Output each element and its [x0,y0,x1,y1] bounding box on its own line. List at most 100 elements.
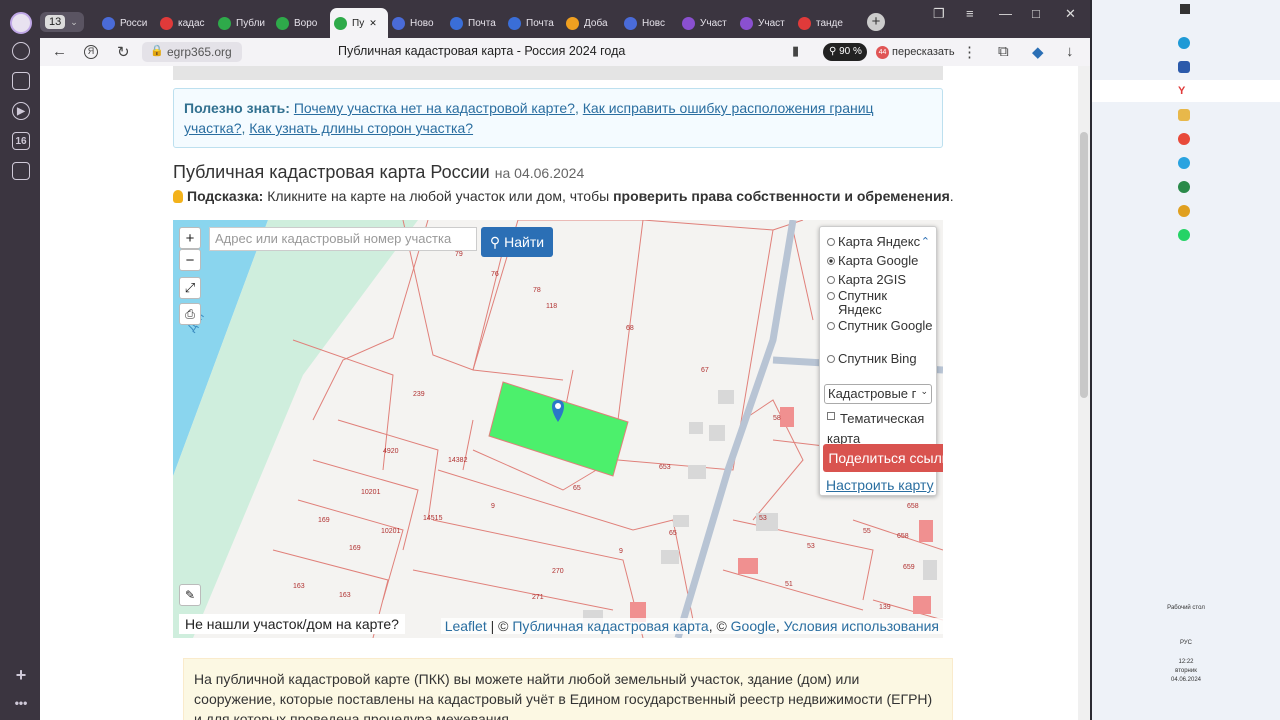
zoom-indicator[interactable]: ⚲ 90 % [823,43,867,61]
tab-6[interactable]: Почта [446,12,504,34]
radio-icon [827,322,835,330]
chevron-down-icon: ⌄ [920,386,928,396]
search-button[interactable]: ⚲ Найти [481,227,553,257]
favicon-icon [450,16,463,30]
tab-label: Участ [758,17,785,29]
extensions-icon[interactable]: ⧉ [998,43,1009,60]
zoom-in-button[interactable]: + [179,227,201,249]
parcel-number: 51 [785,581,793,588]
new-tab-button[interactable]: + [867,13,885,31]
tab-count-button[interactable]: 13 ⌄ [40,12,84,32]
history-icon[interactable] [12,42,30,60]
tab-11[interactable]: Участ [736,12,794,34]
page-scrollbar[interactable] [1078,66,1090,720]
link-side-lengths[interactable]: Как узнать длины сторон участка? [249,120,473,136]
yandex-icon[interactable]: Я [84,45,98,59]
reload-icon[interactable]: ↻ [117,43,130,61]
yandex-icon[interactable] [1178,133,1190,145]
tab-10[interactable]: Участ [678,12,736,34]
calendar-icon[interactable]: 16 [12,132,30,150]
tab-1[interactable]: кадас [156,12,214,34]
tab-label: Участ [700,17,727,29]
language-indicator[interactable]: РУС [1092,639,1280,648]
leaflet-link[interactable]: Leaflet [445,618,487,634]
cadastral-map[interactable]: 76 79 78 118 68 67 239 4920 14382 10201 10201 14515… [173,220,943,638]
zoom-out-button[interactable]: − [179,249,201,271]
tab-7[interactable]: Почта [504,12,562,34]
fullscreen-icon[interactable]: ⤢ [179,277,201,299]
close-tab-icon[interactable]: ✕ [369,18,377,29]
more-icon[interactable]: ••• [12,694,30,712]
ruler-icon[interactable]: ✎ [179,584,201,606]
layer-option-1[interactable]: Карта Google [827,254,933,268]
share-link-button[interactable]: Поделиться ссылкой [823,444,943,472]
collections-window-icon[interactable]: ❐ [933,6,945,22]
minimize-icon[interactable]: — [999,6,1012,21]
retell-button[interactable]: 44 пересказать [876,43,955,61]
tab-5[interactable]: Ново [388,12,446,34]
favicon-icon [276,16,289,30]
print-icon[interactable]: ⎙ [179,303,201,325]
more-options-icon[interactable]: ⋮ [962,43,977,61]
chevron-down-icon: ⌄ [70,16,78,27]
parcel-number: 118 [546,303,557,310]
start-icon[interactable] [1180,4,1190,14]
telegram-icon[interactable] [1178,157,1190,169]
tab-3[interactable]: Воро [272,12,330,34]
parcel-number: 659 [903,564,915,571]
edge-icon[interactable] [1178,37,1190,49]
parcel-number: 76 [491,271,499,278]
configure-map-link[interactable]: Настроить карту [826,477,934,493]
tab-2[interactable]: Публи [214,12,272,34]
security-icon[interactable]: ◆ [1032,43,1044,61]
tab-label: Публи [236,17,265,29]
notes-icon[interactable] [12,72,30,90]
favicon-icon [160,16,173,30]
play-icon[interactable]: ▶ [12,102,30,120]
layer-option-3[interactable]: Спутник Яндекс [827,289,933,317]
maximize-icon[interactable]: □ [1032,6,1040,21]
favicon-icon [334,16,347,30]
parcel-number: 271 [532,594,544,601]
selected-parcel [488,381,629,477]
tab-12[interactable]: танде [794,12,852,34]
add-panel-icon[interactable]: + [12,665,30,685]
profile-avatar[interactable] [10,12,32,34]
yandex-browser-icon[interactable]: Y [1178,85,1190,97]
chrome-icon[interactable] [1178,205,1190,217]
back-icon[interactable]: ← [52,43,67,60]
close-window-icon[interactable]: ✕ [1065,6,1076,22]
overlay-select[interactable]: Кадастровые г ⌄ [824,384,932,404]
parcel-number: 163 [293,583,305,590]
terms-link[interactable]: Условия использования [784,618,939,634]
thematic-checkbox[interactable]: Тематическая карта [827,409,933,449]
bookmark-icon[interactable]: ▮ [792,43,799,59]
tab-4[interactable]: Пу ✕ [330,8,388,38]
layer-option-4[interactable]: Спутник Google [827,319,933,333]
link-parcel-missing[interactable]: Почему участка нет на кадастровой карте? [294,100,575,116]
map-attribution: Leaflet | © Публичная кадастровая карта,… [440,618,943,634]
parcel-number: 53 [759,515,767,522]
layer-option-0[interactable]: Карта Яндекс [827,235,933,249]
not-found-button[interactable]: Не нашли участок/дом на карте? [179,614,405,634]
layer-option-2[interactable]: Карта 2GIS [827,273,933,287]
tab-label: Росси [120,17,148,29]
collections-icon[interactable] [12,162,30,180]
downloads-icon[interactable]: ↓ [1066,43,1074,60]
google-link[interactable]: Google [731,618,776,634]
layer-option-5[interactable]: Спутник Bing [827,352,933,366]
app-icon[interactable] [1178,181,1190,193]
url-field[interactable]: 🔒 egrp365.org [142,42,242,62]
tab-0[interactable]: Росси [98,12,156,34]
word-icon[interactable] [1178,61,1190,73]
tab-8[interactable]: Доба [562,12,620,34]
pkk-link[interactable]: Публичная кадастровая карта [512,618,708,634]
parcel-number: 653 [659,464,671,471]
menu-icon[interactable]: ≡ [966,6,974,21]
whatsapp-icon[interactable] [1178,229,1190,241]
tab-9[interactable]: Новс [620,12,678,34]
parcel-number: 78 [533,287,541,294]
store-icon[interactable] [1178,109,1190,121]
map-search-input[interactable]: Адрес или кадастровый номер участка [209,227,477,251]
clock-time[interactable]: 12:22 [1092,658,1280,667]
